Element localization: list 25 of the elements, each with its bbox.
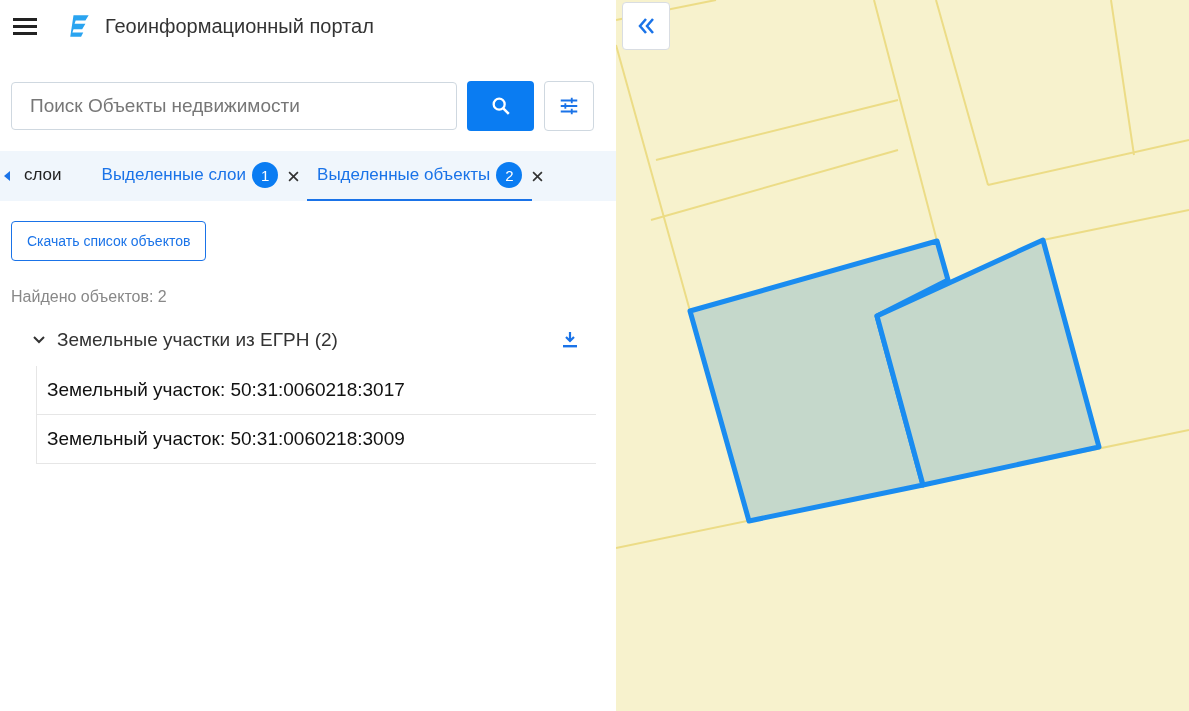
collapse-panel-button[interactable] <box>622 2 670 50</box>
app-title: Геоинформационный портал <box>105 14 374 38</box>
tab[interactable]: Выделенные слои 1 <box>91 151 289 201</box>
download-list-button[interactable]: Скачать список объектов <box>11 221 207 261</box>
selected-parcel[interactable] <box>874 237 1102 488</box>
close-icon[interactable] <box>288 170 300 182</box>
group-title[interactable]: Земельные участки из ЕГРН (2) <box>57 329 562 351</box>
object-list-item[interactable]: Земельный участок: 50:31:0060218:3009 <box>37 415 596 464</box>
menu-icon[interactable] <box>13 17 37 35</box>
filter-button[interactable] <box>544 81 594 131</box>
count-badge: 2 <box>496 162 523 188</box>
count-badge: 1 <box>252 162 279 188</box>
tab[interactable]: слои <box>24 151 72 201</box>
search-field[interactable]: Поиск Объекты недвижимости <box>11 82 457 130</box>
found-count: Найдено объектов: 2 <box>11 288 168 306</box>
scroll-left-icon[interactable] <box>4 171 10 181</box>
close-icon[interactable] <box>532 170 544 182</box>
download-icon[interactable] <box>562 331 578 349</box>
double-chevron-icon <box>636 16 656 36</box>
selected-parcel[interactable] <box>687 238 951 524</box>
search-button[interactable] <box>467 81 534 131</box>
object-list-item[interactable]: Земельный участок: 50:31:0060218:3017 <box>37 366 596 415</box>
sliders-icon <box>558 95 580 117</box>
tab[interactable]: Выделенные объекты 2 <box>307 151 533 201</box>
chevron-icon[interactable] <box>33 336 45 344</box>
